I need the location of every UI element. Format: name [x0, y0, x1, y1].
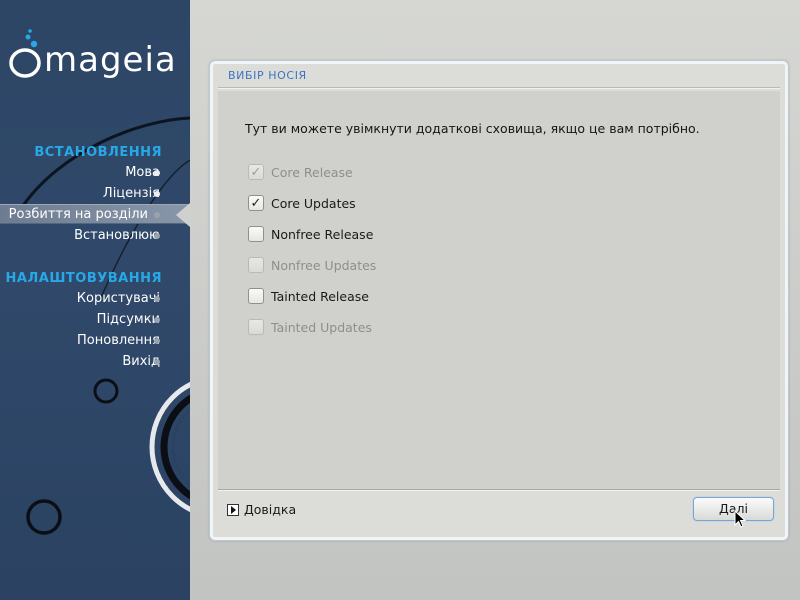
step-summary: Підсумки: [96, 312, 160, 327]
intro-text: Тут ви можете увімкнути додаткові сховищ…: [245, 121, 700, 136]
option-tainted-updates-label: Tainted Updates: [271, 319, 372, 335]
installer-sidebar: mageia ВСТАНОВЛЕННЯ Мова Ліцензія Розбит…: [0, 0, 190, 600]
option-core-updates[interactable]: ✓ Core Updates: [248, 193, 356, 213]
step-summary-dot-icon: [154, 317, 160, 323]
step-users: Користувачі: [76, 291, 160, 306]
step-partitioning: Розбиття на розділи: [0, 204, 190, 224]
option-tainted-release-label[interactable]: Tainted Release: [271, 289, 369, 304]
logo-text: mageia: [44, 40, 177, 80]
step-license: Ліцензія: [102, 186, 160, 201]
option-tainted-release[interactable]: Tainted Release: [248, 286, 369, 306]
checkbox-core-updates[interactable]: ✓: [248, 195, 264, 211]
option-nonfree-release-label[interactable]: Nonfree Release: [271, 227, 373, 242]
section-config-title: НАЛАШТОВУВАННЯ: [5, 271, 162, 286]
option-tainted-updates: Tainted Updates: [248, 317, 372, 337]
checkbox-nonfree-release[interactable]: [248, 226, 264, 242]
step-exit-dot-icon: [154, 359, 160, 365]
footer-divider: [218, 489, 780, 491]
expand-arrow-icon[interactable]: [227, 503, 239, 516]
option-nonfree-release[interactable]: Nonfree Release: [248, 224, 373, 244]
step-installing-dot-icon: [154, 233, 160, 239]
checkbox-nonfree-updates: [248, 257, 264, 273]
step-users-dot-icon: [154, 296, 160, 302]
active-step-arrow-icon: [176, 203, 190, 227]
checkbox-tainted-release[interactable]: [248, 288, 264, 304]
step-partitioning-dot-icon: [154, 212, 160, 218]
media-selection-dialog: ВИБІР НОСІЯ Тут ви можете увімкнути дода…: [209, 60, 789, 541]
option-core-release-label: Core Release: [271, 164, 353, 180]
help-button[interactable]: Довідка: [227, 502, 296, 517]
help-label[interactable]: Довідка: [244, 502, 296, 517]
step-updates: Поновлення: [77, 333, 160, 348]
checkbox-core-release: ✓: [248, 164, 264, 180]
step-updates-dot-icon: [154, 338, 160, 344]
option-core-updates-label[interactable]: Core Updates: [271, 196, 356, 211]
option-nonfree-updates: Nonfree Updates: [248, 255, 376, 275]
mouse-cursor-icon: [734, 510, 746, 528]
step-installing: Встановлюю: [74, 228, 160, 243]
option-core-release: ✓ Core Release: [248, 162, 353, 182]
step-language-dot-icon: [154, 170, 160, 176]
dialog-title: ВИБІР НОСІЯ: [228, 69, 307, 82]
section-install-title: ВСТАНОВЛЕННЯ: [34, 145, 162, 160]
step-license-dot-icon: [154, 191, 160, 197]
checkbox-tainted-updates: [248, 319, 264, 335]
title-divider: [218, 87, 780, 89]
option-nonfree-updates-label: Nonfree Updates: [271, 257, 377, 273]
